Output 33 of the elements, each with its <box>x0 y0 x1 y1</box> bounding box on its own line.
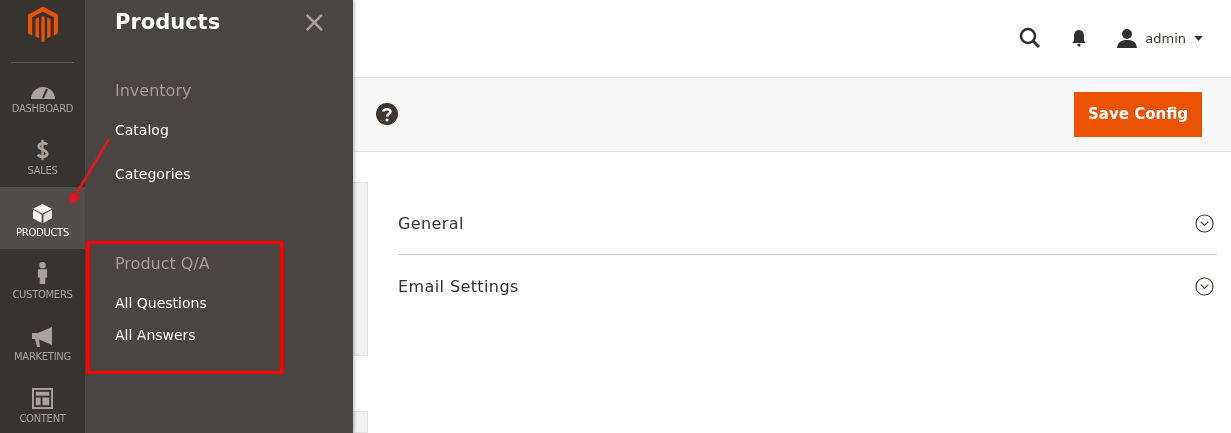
close-button[interactable]: × <box>301 7 327 37</box>
layout-icon <box>32 387 53 409</box>
nav-item[interactable]: PRODUCTS <box>0 187 85 249</box>
search-icon[interactable] <box>1019 27 1042 50</box>
annotation-arrow <box>68 137 112 207</box>
bell-icon[interactable] <box>1071 29 1088 48</box>
box-icon <box>33 203 52 223</box>
menu-link[interactable]: Categories <box>115 165 282 209</box>
dollar-icon <box>36 138 49 161</box>
caret-icon[interactable] <box>1194 35 1203 41</box>
user-icon[interactable] <box>1117 28 1138 49</box>
nav-item[interactable]: CUSTOMERS <box>0 249 85 311</box>
menu-link[interactable]: Catalog <box>115 121 282 165</box>
nav-item[interactable]: SALES <box>0 125 85 187</box>
nav-item[interactable]: DASHBOARD <box>0 63 85 125</box>
tabs-panel <box>353 411 368 433</box>
menu-section-title: Inventory <box>115 81 193 100</box>
menu-title: Products <box>115 10 221 34</box>
megaphone-icon <box>31 326 54 347</box>
help-icon[interactable] <box>376 103 398 126</box>
menu-link[interactable]: All Answers <box>115 325 280 357</box>
user-menu[interactable]: admin <box>1145 30 1186 46</box>
menu-link[interactable]: All Questions <box>115 294 280 326</box>
section-title[interactable]: Email Settings <box>398 276 519 296</box>
nav-item[interactable]: MARKETING <box>0 311 85 373</box>
expand-icon[interactable] <box>1195 276 1214 296</box>
expand-icon[interactable] <box>1195 213 1214 233</box>
logo-icon[interactable] <box>27 6 58 42</box>
nav-item[interactable]: CONTENT <box>0 373 85 433</box>
menu-section-title: Product Q/A <box>115 254 211 273</box>
section-title[interactable]: General <box>398 213 464 233</box>
save-config-button[interactable]: Save Config <box>1074 91 1202 137</box>
person-icon <box>37 260 48 285</box>
